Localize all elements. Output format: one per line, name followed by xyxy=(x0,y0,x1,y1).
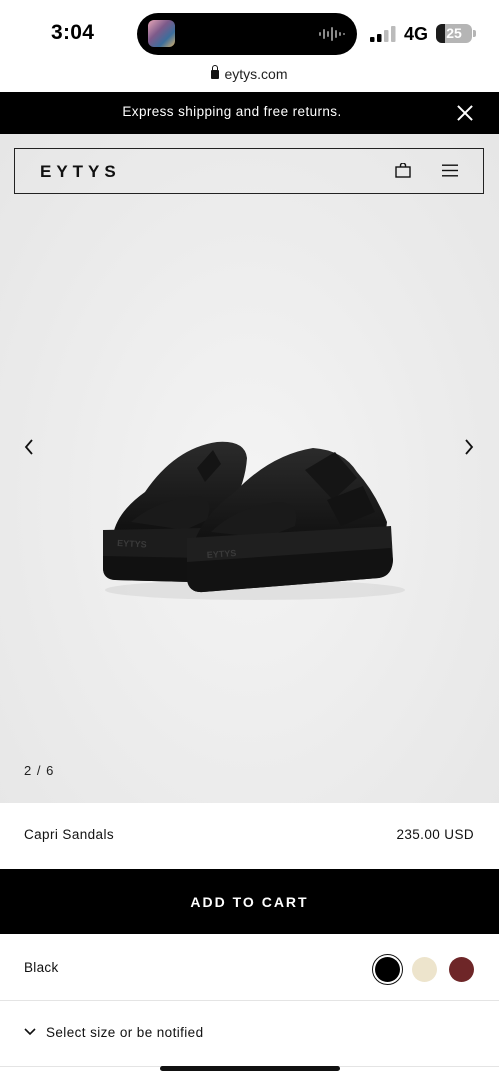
battery-nub xyxy=(473,30,476,37)
selected-color-label: Black xyxy=(24,960,59,975)
color-selector: Black xyxy=(0,934,499,1001)
product-info: Capri Sandals 235.00 USD xyxy=(0,803,499,869)
lock-icon xyxy=(211,65,220,79)
battery-icon: 25 xyxy=(436,24,472,43)
product-price: 235.00 USD xyxy=(396,827,474,842)
network-type: 4G xyxy=(404,24,429,44)
url-bar[interactable]: eytys.com xyxy=(0,65,499,92)
audio-wave-icon xyxy=(319,27,345,41)
cellular-signal-icon xyxy=(370,26,396,42)
url-text: eytys.com xyxy=(224,66,288,82)
promo-banner: Express shipping and free returns. xyxy=(0,92,499,134)
add-to-cart-button[interactable]: ADD TO CART xyxy=(0,869,499,934)
menu-icon[interactable] xyxy=(442,164,458,177)
close-icon[interactable] xyxy=(457,105,473,121)
chevron-down-icon xyxy=(24,1028,36,1036)
swatch-black[interactable] xyxy=(375,957,400,982)
home-indicator[interactable] xyxy=(160,1066,340,1071)
gallery-counter: 2 / 6 xyxy=(24,763,55,778)
status-bar: 3:04 4G 25 xyxy=(0,0,499,66)
promo-text: Express shipping and free returns. xyxy=(122,104,342,119)
now-playing-thumbnail[interactable] xyxy=(148,20,175,47)
size-selector[interactable]: Select size or be notified xyxy=(0,1001,499,1067)
chevron-left-icon[interactable] xyxy=(22,437,36,457)
svg-text:EYTYS: EYTYS xyxy=(117,538,147,550)
swatch-burgundy[interactable] xyxy=(449,957,474,982)
battery-level: 25 xyxy=(446,25,462,41)
bag-icon[interactable] xyxy=(395,163,411,178)
product-image: EYTYS EYTYS xyxy=(103,441,405,600)
dynamic-island[interactable] xyxy=(137,13,357,55)
svg-text:EYTYS: EYTYS xyxy=(206,548,236,560)
brand-logo[interactable]: EYTYS xyxy=(40,162,121,182)
size-select-label: Select size or be notified xyxy=(46,1025,204,1040)
status-time: 3:04 xyxy=(51,21,95,44)
swatch-cream[interactable] xyxy=(412,957,437,982)
chevron-right-icon[interactable] xyxy=(462,437,476,457)
site-header: EYTYS xyxy=(14,148,484,194)
product-name: Capri Sandals xyxy=(24,827,114,842)
